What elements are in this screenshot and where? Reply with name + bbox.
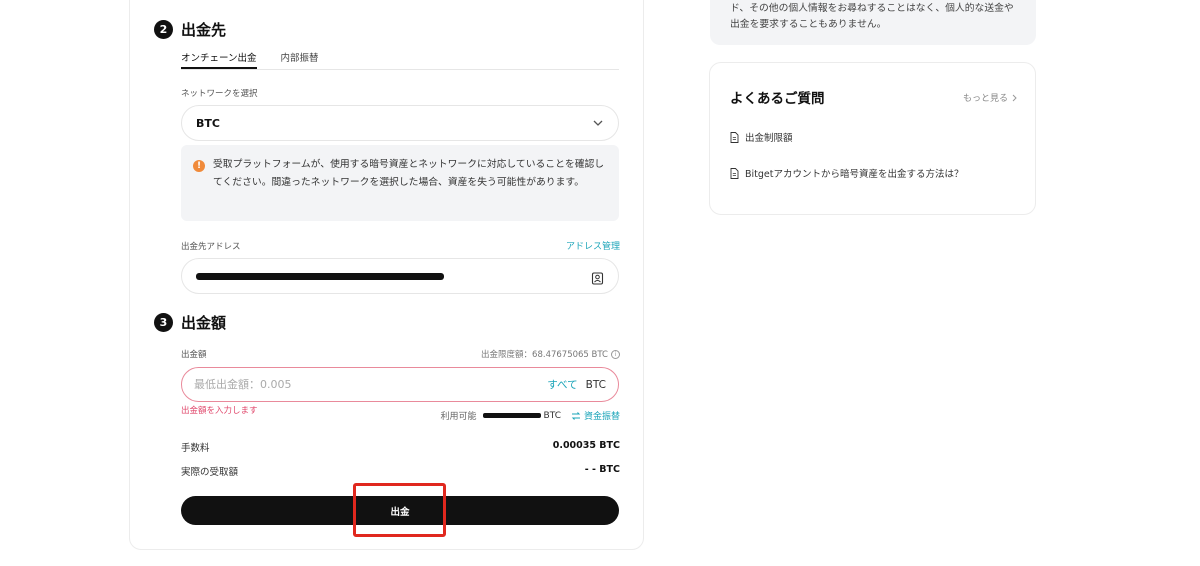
faq-title: よくあるご質問 [730,91,825,107]
redacted-address [196,272,444,280]
available-unit: BTC [543,410,561,421]
section-withdraw-amount: 3 出金額 [154,312,226,333]
fund-transfer-label: 資金振替 [583,412,620,422]
faq-item-label: Bitgetアカウントから暗号資産を出金する方法は？ [745,169,964,180]
fee-value: 0.00035 BTC [552,440,620,451]
document-icon [730,167,739,179]
network-warning-text: 受取プラットフォームが、使用する暗号資産とネットワークに対応していることを確認し… [213,159,605,188]
redacted-balance [482,413,541,418]
withdraw-limit: 出金限度額：68.47675065 BTC i [420,348,620,360]
address-input[interactable] [181,258,619,294]
network-warning-notice: ! 受取プラットフォームが、使用する暗号資産とネットワークに対応していることを確… [181,145,619,221]
tab-internal-transfer[interactable]: 内部振替 [281,50,319,69]
chevron-right-icon [1012,94,1017,101]
network-selected-value: BTC [196,116,220,130]
amount-unit: BTC [585,378,606,391]
faq-more-label: もっと見る [962,94,1008,104]
amount-field[interactable]: すべて BTC [181,367,619,402]
network-label: ネットワークを選択 [181,89,258,99]
withdraw-type-tabs: オンチェーン出金 内部振替 [181,50,619,70]
section-title-amount: 出金額 [181,314,227,332]
network-select[interactable]: BTC [181,105,619,141]
faq-item-how-to-withdraw[interactable]: Bitgetアカウントから暗号資産を出金する方法は？ [730,166,963,180]
document-icon [730,131,739,143]
amount-input[interactable] [194,378,548,391]
step-number-2: 2 [154,20,173,39]
received-label: 実際の受取額 [181,467,239,478]
available-label: 利用可能 [440,412,477,422]
step-number-3: 3 [154,313,173,332]
security-notice-text: ド、その他の個人情報をお尋ねすることはなく、個人的な送金や出金を要求することもあ… [730,3,1014,30]
info-icon[interactable]: i [611,349,620,359]
security-notice-card: ド、その他の個人情報をお尋ねすることはなく、個人的な送金や出金を要求することもあ… [710,0,1036,45]
max-amount-button[interactable]: すべて [547,377,577,392]
section-withdraw-destination: 2 出金先 [154,19,226,40]
faq-item-label: 出金制限額 [745,133,793,144]
available-balance: 利用可能 BTC 資金振替 [380,409,620,423]
withdraw-limit-text: 出金限度額：68.47675065 BTC [481,350,608,360]
faq-item-withdraw-limit[interactable]: 出金制限額 [730,130,793,144]
warning-icon: ! [193,160,205,172]
section-title-destination: 出金先 [181,21,227,39]
amount-label: 出金額 [181,350,207,360]
fee-label: 手数料 [181,443,210,454]
tab-onchain-withdraw[interactable]: オンチェーン出金 [181,50,257,69]
amount-error-message: 出金額を入力します [181,406,258,416]
chevron-down-icon [592,117,604,129]
address-manage-link[interactable]: アドレス管理 [540,239,620,252]
transfer-arrows-icon [571,411,581,420]
address-book-icon[interactable] [591,270,604,285]
fund-transfer-link[interactable]: 資金振替 [571,409,620,422]
faq-card: よくあるご質問 もっと見る 出金制限額 Bitgetアカウントから暗号資産を出金… [709,62,1036,215]
address-label: 出金先アドレス [181,242,241,252]
withdraw-button[interactable]: 出金 [181,496,619,525]
faq-more-link[interactable]: もっと見る [963,91,1017,104]
received-value: - - BTC [584,464,620,475]
